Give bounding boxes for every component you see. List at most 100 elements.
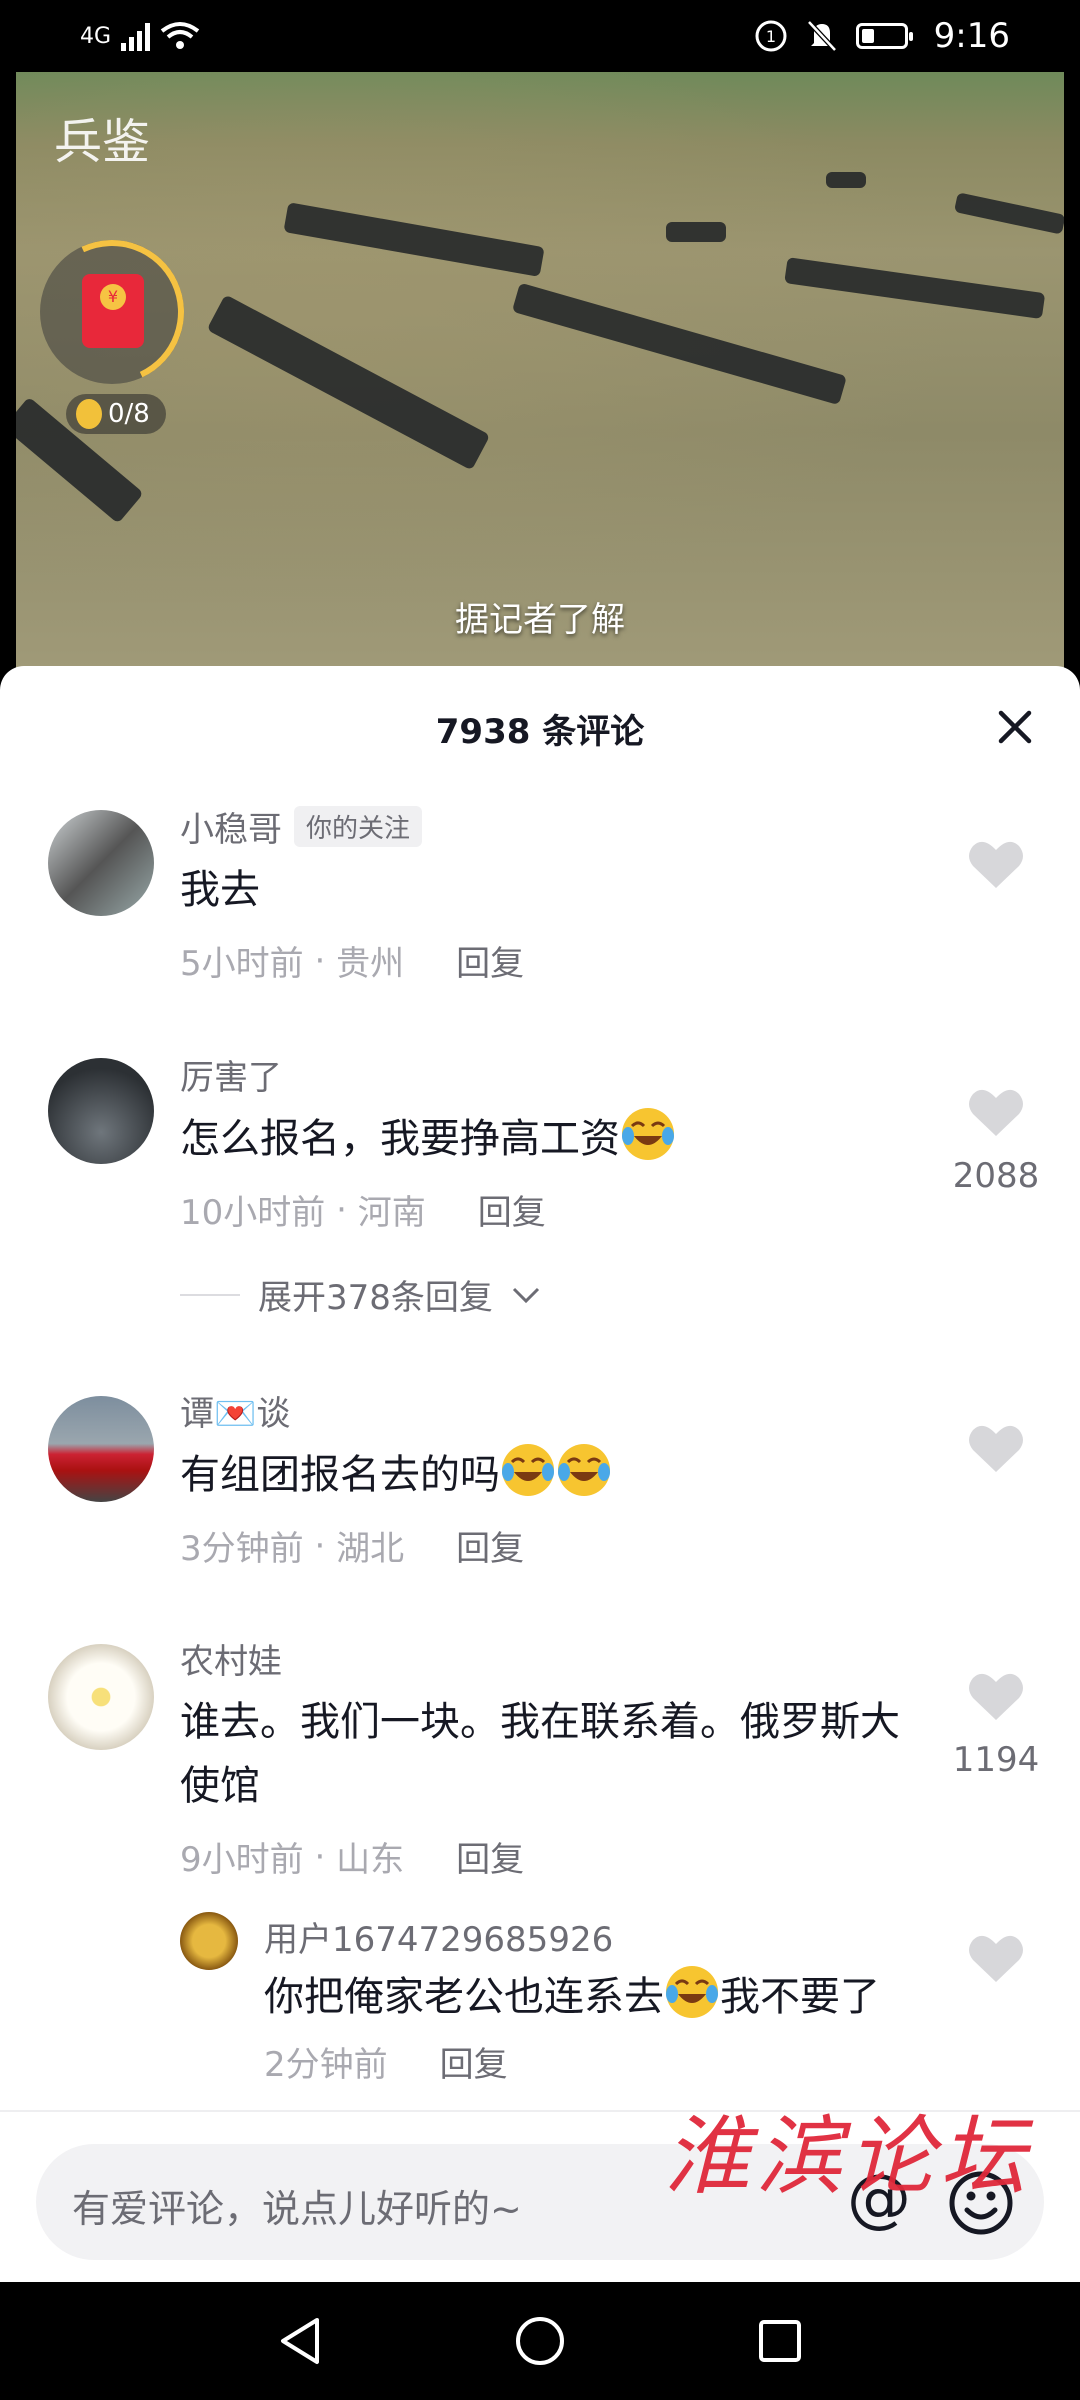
comment-location: 河南 (357, 1193, 426, 1233)
avatar[interactable] (48, 1644, 154, 1750)
comment-meta: 9小时前 · 山东 回复 (180, 1832, 920, 1881)
meta-separator: · (303, 1836, 337, 1877)
svg-text:1: 1 (766, 27, 776, 46)
gold-coin-icon (76, 399, 102, 429)
comment-time: 9小时前 (180, 1840, 304, 1880)
battery-icon (855, 23, 913, 49)
comment-body: 农村娃 谁去。我们一块。我在联系着。俄罗斯大使馆 9小时前 · 山东 回复 (180, 1636, 920, 1881)
reply-button[interactable]: 回复 (456, 936, 524, 985)
expand-replies-label: 展开378条回复 (258, 1278, 493, 1318)
laughing-tears-emoji-icon (666, 1966, 718, 2018)
heart-icon (969, 1673, 1023, 1720)
video-scene-detail (666, 222, 726, 242)
coin-counter[interactable]: 0/8 (66, 394, 166, 434)
back-button[interactable] (270, 2311, 330, 2371)
clock: 9:16 (933, 16, 1010, 56)
comment-username[interactable]: 农村娃 (180, 1634, 282, 1683)
comments-sheet: 7938 条评论 小稳哥 你的关注 我去 5小时前 · 贵州 回复 厉害了 怎么… (0, 666, 1080, 2282)
reply-username[interactable]: 用户1674729685926 (264, 1912, 613, 1961)
comment-item[interactable]: 谭💌谈 有组团报名去的吗 3分钟前 · 湖北 回复 (0, 1366, 1080, 1626)
comment-item[interactable]: 小稳哥 你的关注 我去 5小时前 · 贵州 回复 (0, 790, 1080, 1020)
meta-separator: · (303, 1525, 337, 1566)
comment-text: 有组团报名去的吗 (180, 1452, 500, 1498)
heart-icon (969, 1935, 1023, 1982)
comment-text: 谁去。我们一块。我在联系着。俄罗斯大使馆 (180, 1699, 900, 1809)
reply-text-row: 你把俺家老公也连系去 我不要了 (264, 1964, 920, 2029)
reply-body: 用户1674729685926 你把俺家老公也连系去 我不要了 2分钟前 回复 (264, 1914, 920, 2086)
data-saver-icon: 1 (755, 20, 787, 52)
recents-button[interactable] (750, 2311, 810, 2371)
video-scene-detail (283, 202, 545, 277)
signal-icon (121, 21, 151, 51)
avatar[interactable] (48, 810, 154, 916)
system-nav-bar (0, 2282, 1080, 2400)
comment-username-row: 谭💌谈 (180, 1386, 920, 1435)
video-scene-detail (206, 294, 491, 471)
recents-square-icon (759, 2320, 801, 2362)
comment-body: 谭💌谈 有组团报名去的吗 3分钟前 · 湖北 回复 (180, 1388, 920, 1570)
red-packet-button[interactable]: ¥ (19, 219, 205, 405)
comment-location: 贵州 (336, 944, 405, 984)
comments-title: 7938 条评论 (435, 711, 645, 752)
heart-icon (969, 1425, 1023, 1472)
mute-bell-icon (806, 20, 837, 52)
reply-button[interactable]: 回复 (440, 2037, 508, 2086)
close-icon (998, 710, 1032, 744)
avatar[interactable] (180, 1912, 238, 1970)
reply-button[interactable]: 回复 (478, 1185, 546, 1234)
red-packet-icon: ¥ (82, 274, 144, 348)
like-button[interactable]: 1194 (946, 1670, 1046, 1780)
status-bar: 4G 1 9:16 (0, 0, 1080, 72)
comment-username-row: 农村娃 (180, 1634, 920, 1683)
comment-location: 湖北 (336, 1529, 405, 1569)
reply-text-tail: 我不要了 (720, 1974, 880, 2020)
comment-time: 5小时前 (180, 944, 304, 984)
meta-separator: · (325, 1189, 358, 1230)
video-scene-detail (784, 257, 1046, 320)
like-button[interactable] (946, 1932, 1046, 1988)
like-button[interactable]: 2088 (946, 1086, 1046, 1196)
comment-username[interactable]: 谭💌谈 (180, 1386, 290, 1435)
reply-time: 2分钟前 (264, 2045, 388, 2085)
home-circle-icon (516, 2317, 564, 2365)
reply-text: 你把俺家老公也连系去 (264, 1974, 664, 2020)
video-scene-detail (953, 192, 1064, 235)
comment-text: 怎么报名，我要挣高工资 (180, 1116, 620, 1162)
comment-location: 山东 (336, 1840, 405, 1880)
avatar[interactable] (48, 1058, 154, 1164)
comment-time: 3分钟前 (180, 1529, 304, 1569)
wifi-icon (160, 22, 200, 49)
laughing-tears-emoji-icon (622, 1108, 674, 1160)
comment-username[interactable]: 小稳哥 (180, 802, 282, 851)
reply-username-row: 用户1674729685926 (264, 1912, 920, 1961)
home-button[interactable] (510, 2311, 570, 2371)
reply-button[interactable]: 回复 (456, 1521, 524, 1570)
video-scene-detail (826, 172, 866, 188)
comments-header: 7938 条评论 (0, 666, 1080, 790)
like-button[interactable] (946, 838, 1046, 894)
comment-meta: 10小时前 · 河南 回复 (180, 1185, 920, 1234)
video-player[interactable]: 兵鉴 ¥ 0/8 据记者了解 (16, 72, 1064, 672)
status-right: 1 9:16 (754, 16, 1010, 56)
following-badge: 你的关注 (294, 805, 423, 847)
reply-button[interactable]: 回复 (456, 1832, 524, 1881)
back-triangle-icon (281, 2318, 319, 2364)
like-count: 2088 (952, 1156, 1040, 1196)
avatar[interactable] (48, 1396, 154, 1502)
laughing-tears-emoji-icon (502, 1444, 554, 1496)
coin-count-text: 0/8 (108, 399, 150, 429)
comment-username[interactable]: 厉害了 (180, 1050, 282, 1099)
expand-replies-button[interactable]: 展开378条回复 (180, 1270, 541, 1319)
comment-body: 小稳哥 你的关注 我去 5小时前 · 贵州 回复 (180, 804, 920, 985)
comment-item[interactable]: 农村娃 谁去。我们一块。我在联系着。俄罗斯大使馆 9小时前 · 山东 回复 11… (0, 1614, 1080, 1944)
comment-username-row: 小稳哥 你的关注 (180, 802, 920, 851)
video-scene-detail (511, 282, 847, 406)
like-button[interactable] (946, 1422, 1046, 1478)
close-button[interactable] (990, 702, 1040, 752)
heart-icon (969, 841, 1023, 888)
divider-line (180, 1293, 240, 1296)
status-left: 4G (80, 21, 200, 51)
meta-separator: · (303, 940, 337, 981)
comment-body: 厉害了 怎么报名，我要挣高工资 10小时前 · 河南 回复 (180, 1052, 920, 1234)
network-type: 4G (80, 23, 112, 49)
